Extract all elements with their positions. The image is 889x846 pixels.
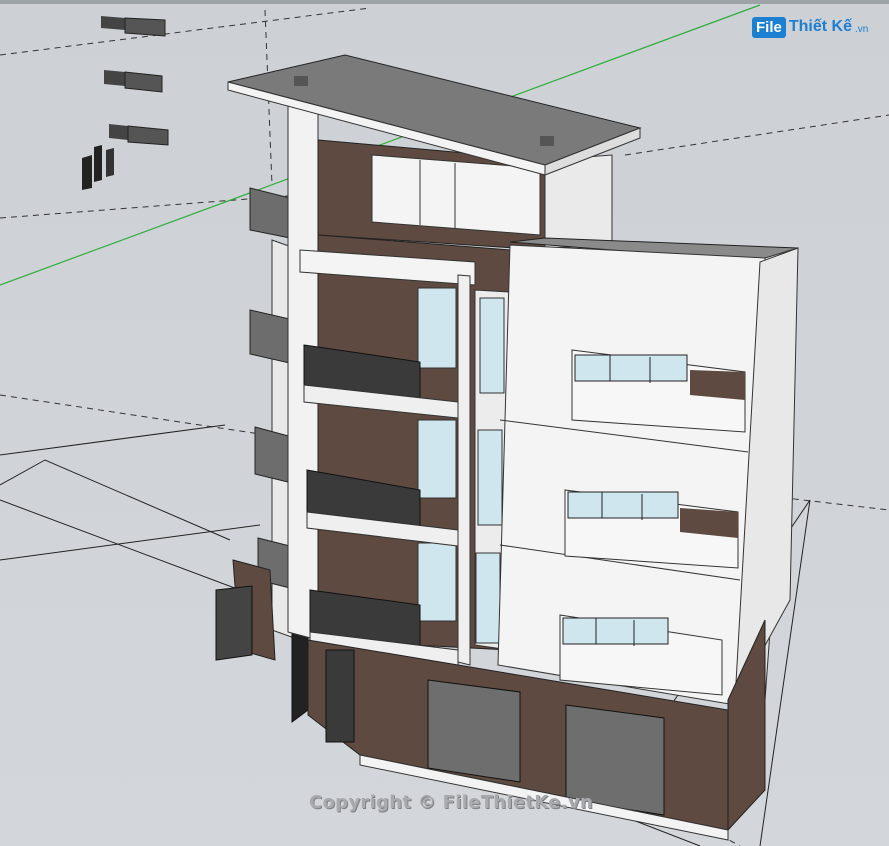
sketchup-viewport[interactable]: File Thiết Kế .vn Copyright © FileThietK… [0, 0, 889, 846]
copyright-watermark: Copyright © FileThietKe.vn [309, 792, 594, 813]
loose-gate-components [82, 16, 169, 190]
logo-tld: .vn [854, 23, 869, 35]
building-model-render [0, 4, 889, 846]
right-block [497, 237, 799, 711]
logo-text: Thiết Kế [788, 18, 852, 35]
logo-file-badge: File [752, 16, 786, 38]
filethietke-logo: File Thiết Kế .vn [752, 14, 868, 40]
